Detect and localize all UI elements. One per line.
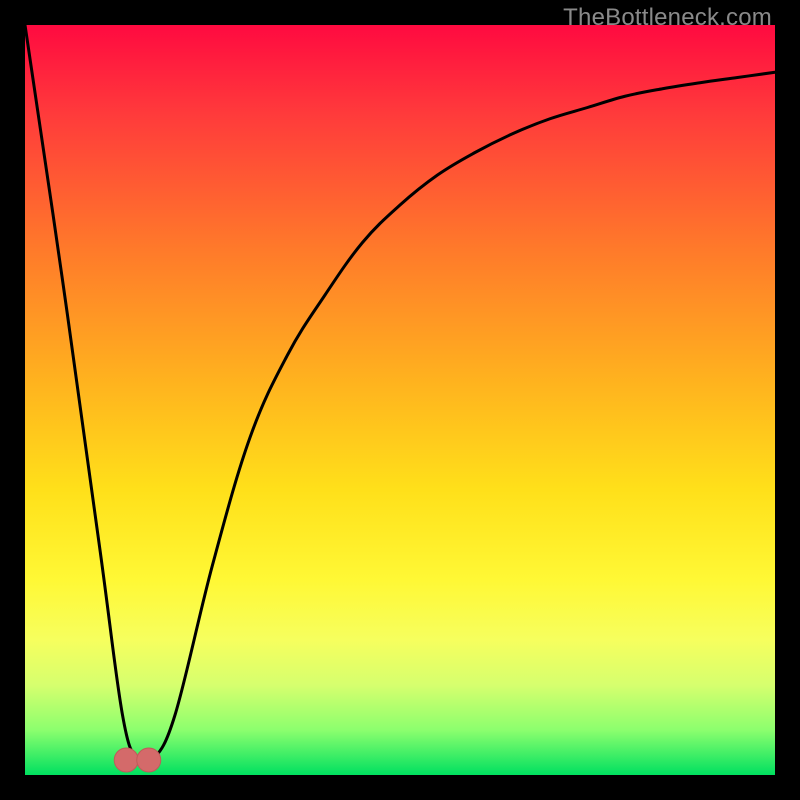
watermark-text: TheBottleneck.com xyxy=(563,4,772,32)
bottleneck-curve xyxy=(25,25,775,766)
marker-dot-left xyxy=(114,748,138,772)
curve-svg xyxy=(25,25,775,775)
marker-dot-right xyxy=(137,748,161,772)
plot-area xyxy=(25,25,775,775)
chart-frame: TheBottleneck.com xyxy=(0,0,800,800)
